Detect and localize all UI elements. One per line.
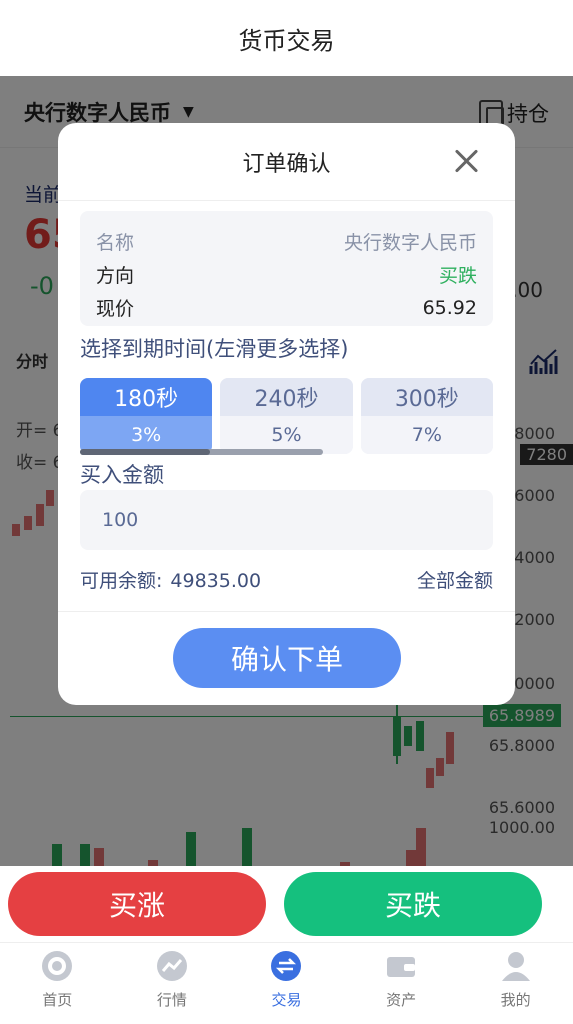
info-value: 央行数字人民币 <box>343 232 477 254</box>
exchange-icon <box>271 951 302 981</box>
expiry-option[interactable]: 300秒 7% <box>360 378 493 454</box>
tab-label: 资产 <box>386 991 417 1009</box>
expiry-options: 180秒 3% 240秒 5% 300秒 7% <box>80 378 493 454</box>
balance-value: 49835.00 <box>170 570 262 592</box>
tab-label: 我的 <box>500 991 531 1009</box>
tab-trade[interactable]: 交易 <box>229 943 344 1024</box>
page-title: 货币交易 <box>0 0 573 76</box>
close-icon[interactable] <box>453 147 481 175</box>
options-scrollbar[interactable] <box>80 449 323 455</box>
wallet-icon <box>387 957 416 977</box>
tab-market[interactable]: 行情 <box>115 943 230 1024</box>
dialog-title: 订单确认 <box>58 123 515 201</box>
expiry-option[interactable]: 240秒 5% <box>220 378 353 454</box>
balance-row: 可用余额: 49835.00 全部金额 <box>80 566 493 593</box>
tab-home[interactable]: 首页 <box>0 943 115 1024</box>
info-value: 65.92 <box>422 296 477 319</box>
tab-label: 行情 <box>156 991 187 1009</box>
order-info-box: 名称 央行数字人民币 方向 买跌 现价 65.92 <box>80 211 493 326</box>
expiry-label: 选择到期时间(左滑更多选择) <box>80 337 349 361</box>
trend-icon <box>156 951 187 981</box>
scrollbar-thumb[interactable] <box>80 449 210 455</box>
tab-assets[interactable]: 资产 <box>344 943 459 1024</box>
user-icon <box>501 952 530 981</box>
order-confirm-dialog: 订单确认 名称 央行数字人民币 方向 买跌 现价 65.92 选择到期时间(左滑… <box>58 123 515 705</box>
info-key: 方向 <box>96 265 135 287</box>
tab-mine[interactable]: 我的 <box>458 943 573 1024</box>
info-key: 现价 <box>96 298 135 320</box>
divider <box>58 611 515 612</box>
bottom-tab-bar: 首页 行情 交易 资产 我的 <box>0 942 573 1024</box>
info-row-direction: 方向 买跌 <box>96 258 477 291</box>
expiry-option[interactable]: 180秒 3% <box>80 378 213 454</box>
amount-label: 买入金额 <box>80 463 164 487</box>
all-amount-button[interactable]: 全部金额 <box>417 566 493 593</box>
confirm-order-button[interactable]: 确认下单 <box>173 628 401 688</box>
option-time: 180秒 <box>80 378 213 416</box>
buy-down-button[interactable]: 买跌 <box>284 872 542 936</box>
option-time: 240秒 <box>220 378 353 416</box>
page-title-text: 货币交易 <box>238 26 335 55</box>
info-value: 买跌 <box>438 265 477 287</box>
option-rate: 7% <box>360 416 493 454</box>
buy-up-button[interactable]: 买涨 <box>8 872 266 936</box>
info-row-name: 名称 央行数字人民币 <box>96 225 477 258</box>
balance-label: 可用余额: <box>80 570 163 592</box>
tab-label: 首页 <box>42 991 73 1009</box>
tab-label: 交易 <box>271 991 302 1009</box>
home-icon <box>42 951 73 981</box>
option-time: 300秒 <box>360 378 493 416</box>
amount-input[interactable] <box>80 490 493 550</box>
info-key: 名称 <box>96 232 135 254</box>
balance-info: 可用余额: 49835.00 <box>80 566 261 593</box>
trade-action-bar: 买涨 买跌 <box>0 866 573 942</box>
info-row-price: 现价 65.92 <box>96 291 477 324</box>
